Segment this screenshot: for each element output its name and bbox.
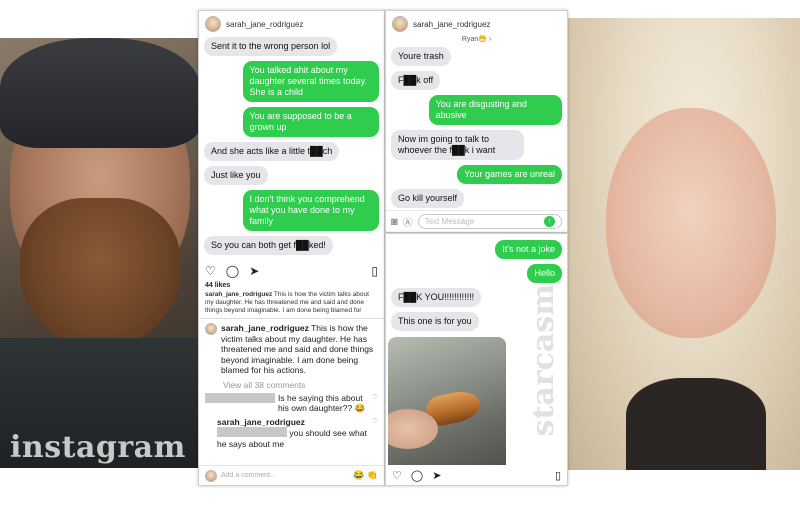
emoji-shortcuts[interactable]: 😂 👏 [353,470,378,481]
bookmark-icon[interactable]: ▯ [371,264,378,278]
message-thread: Youre trash F██k off You are disgusting an… [386,47,567,213]
heart-icon[interactable]: ♡ [205,264,216,278]
received-message-bubble[interactable]: Now im going to talk to whoever the f██k… [391,130,525,160]
likes-count[interactable]: 44 likes [199,280,384,291]
sent-message-bubble[interactable]: You talked ahit about my daughter severa… [242,61,379,102]
post-actions: ♡ ◯ ➤ ▯ [199,260,384,280]
imessage-panel-top: sarah_jane_rodriguez Ryan😁 › Youre trash… [385,10,568,233]
post-caption: sarah_jane_rodriguez This is how the vic… [199,291,384,315]
share-icon[interactable]: ➤ [249,264,259,278]
contact-name[interactable]: Ryan😁 › [386,35,567,43]
avatar[interactable] [392,16,408,32]
message-input-bar: ◙ Ⓐ Text Message ↑ [386,210,567,232]
received-message-bubble[interactable]: This one is for you [391,312,479,331]
received-message-bubble[interactable]: Sent it to the wrong person lol [204,37,338,56]
post-header: sarah_jane_rodriguez [386,11,567,37]
reply-item: sarah_jane_rodriguez you should see what… [217,417,378,450]
reply-username[interactable]: sarah_jane_rodriguez [217,417,305,427]
avatar [205,469,217,482]
starcasm-watermark-photo: starcasm [510,300,543,443]
received-message-bubble[interactable]: F██k off [391,71,441,90]
left-photo-man [0,38,200,468]
beard [20,198,180,348]
send-icon[interactable]: ↑ [544,216,555,227]
instagram-watermark: instagram [10,430,186,465]
sent-message-bubble[interactable]: Your games are unreal [457,165,562,184]
avatar[interactable] [205,323,217,335]
input-placeholder: Text Message [424,217,475,226]
post-username[interactable]: sarah_jane_rodriguez [226,20,303,29]
post-header: sarah_jane_rodriguez [199,11,384,37]
app-store-icon[interactable]: Ⓐ [403,214,413,229]
share-icon[interactable]: ➤ [432,469,441,482]
sent-message-bubble[interactable]: You are supposed to be a grown up [242,107,379,137]
comments-section: sarah_jane_rodriguez This is how the vic… [199,319,384,456]
caption-username[interactable]: sarah_jane_rodriguez [205,291,272,298]
instagram-post-panel: sarah_jane_rodriguez Sent it to the wron… [198,10,385,486]
comment-item: Is he saying this about his own daughter… [205,392,378,414]
post-username[interactable]: sarah_jane_rodriguez [413,20,490,29]
redacted-username [205,392,275,403]
received-message-bubble[interactable]: So you can both get f██ked! [204,236,333,255]
received-message-bubble[interactable]: Youre trash [391,47,451,66]
message-thread: Sent it to the wrong person lol You talke… [199,37,384,260]
main-comment: sarah_jane_rodriguez This is how the vic… [205,323,378,376]
add-comment-input[interactable]: Add a comment... [221,472,276,479]
heart-icon[interactable]: ♡ [392,469,402,482]
add-comment-bar[interactable]: Add a comment... 😂 👏 [199,465,384,485]
woman-face [606,108,776,338]
sent-message-bubble[interactable]: I don't think you comprehend what you ha… [242,190,379,231]
beanie [0,38,200,148]
right-photo-woman [566,18,800,470]
like-comment-icon[interactable]: ♡ [372,393,378,404]
received-message-bubble[interactable]: Just like you [204,166,268,185]
sent-message-bubble[interactable]: It's not a joke [495,240,562,259]
fingers [388,409,438,449]
camera-icon[interactable]: ◙ [391,216,398,228]
received-message-bubble[interactable]: Go kill yourself [391,189,465,208]
comment-icon[interactable]: ◯ [226,264,239,278]
black-top [626,378,766,470]
view-all-comments-link[interactable]: View all 38 comments [223,380,378,390]
redacted-mention [217,427,287,437]
post-actions: ♡ ◯ ➤ ▯ [386,465,567,485]
comment-username[interactable]: sarah_jane_rodriguez [221,323,309,333]
comment-text: Is he saying this about his own daughter… [278,392,366,414]
like-reply-icon[interactable]: ♡ [372,417,378,428]
received-message-bubble[interactable]: And she acts like a little t██ch [204,142,340,161]
received-message-bubble[interactable]: F██K YOU!!!!!!!!!!!! [391,288,482,307]
bullet-photo[interactable] [388,337,506,477]
text-message-input[interactable]: Text Message ↑ [417,214,562,229]
avatar[interactable] [205,16,221,32]
sent-message-bubble[interactable]: You are disgusting and abusive [428,95,562,125]
bookmark-icon[interactable]: ▯ [555,469,561,482]
comment-icon[interactable]: ◯ [411,469,423,482]
sent-message-bubble[interactable]: Hello [527,264,562,283]
